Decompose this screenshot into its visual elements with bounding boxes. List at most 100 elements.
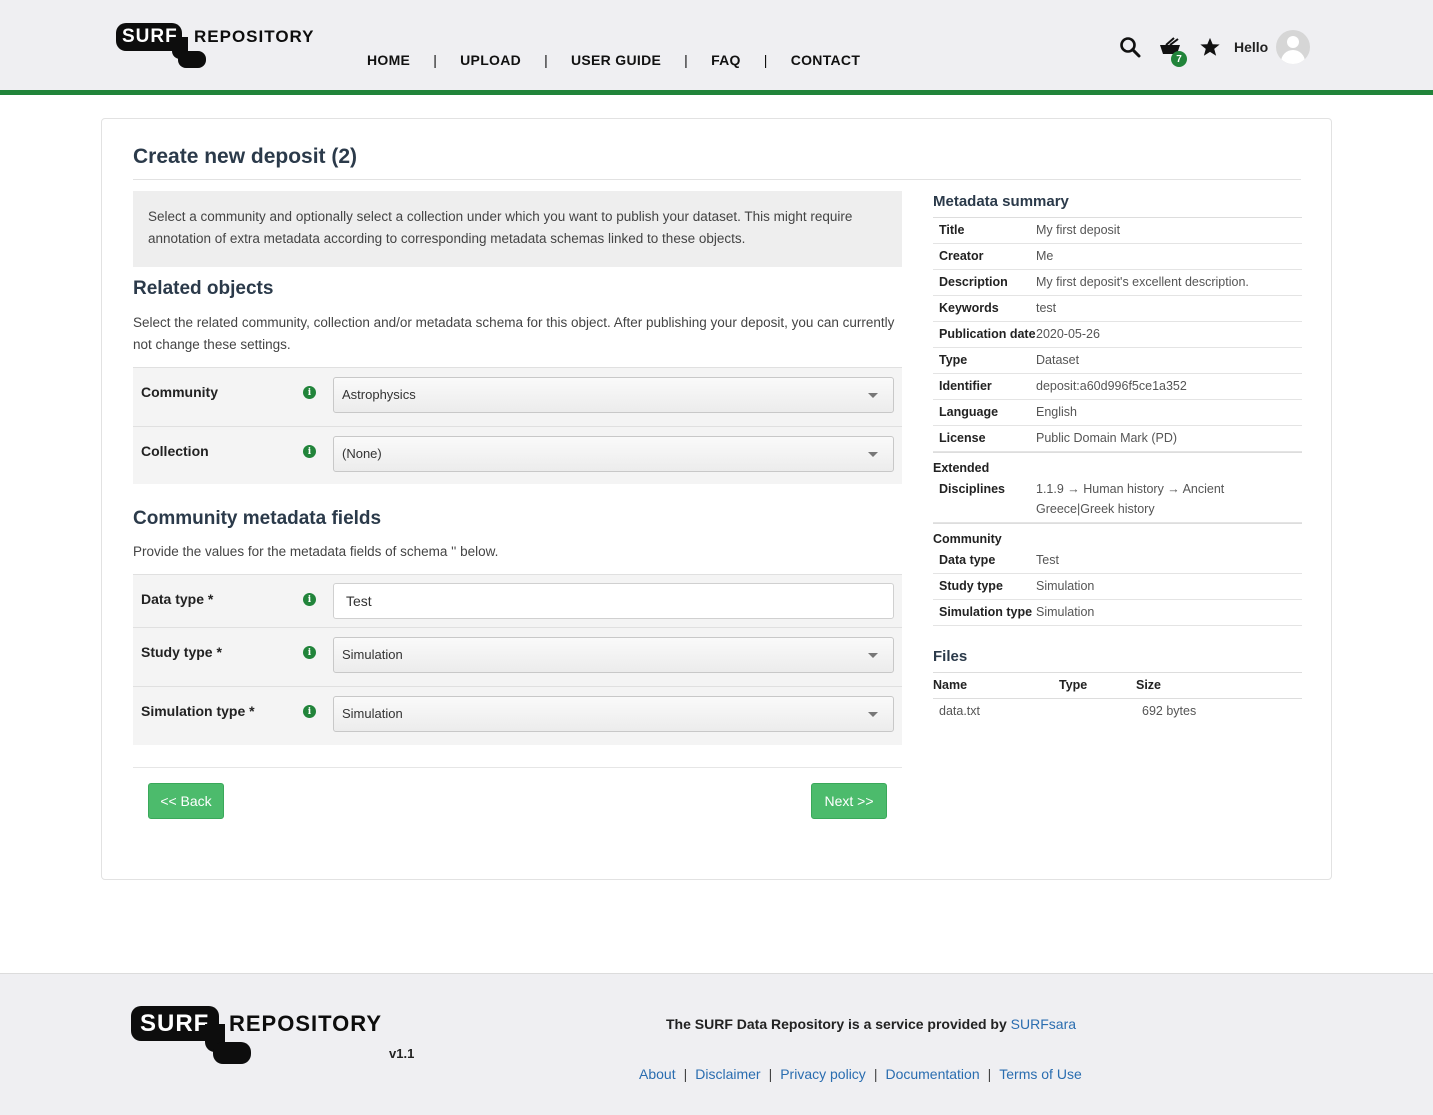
- footer-link-about[interactable]: About: [639, 1066, 676, 1082]
- site-header: SURF REPOSITORY HOME | UPLOAD | USER GUI…: [0, 0, 1433, 95]
- info-icon[interactable]: i: [303, 705, 316, 718]
- surf-logo-mark: SURF: [116, 23, 206, 68]
- footer-link-disclaimer[interactable]: Disclaimer: [695, 1066, 760, 1082]
- page-title: Create new deposit (2): [133, 145, 358, 168]
- file-type: [1059, 701, 1136, 721]
- chevron-down-icon: [868, 393, 878, 398]
- logo-repository-text: REPOSITORY: [229, 1011, 383, 1036]
- chevron-down-icon: [868, 653, 878, 658]
- summary-section-community: Community: [933, 523, 1302, 548]
- metadata-summary: Metadata summary Title My first deposit C…: [933, 193, 1302, 724]
- study-type-select[interactable]: Simulation: [333, 637, 894, 673]
- summary-key: Study type: [939, 579, 1003, 593]
- summary-row: Study type Simulation: [933, 574, 1302, 600]
- files-col-name: Name: [933, 678, 968, 692]
- summary-row: Type Dataset: [933, 348, 1302, 374]
- file-size: 692 bytes: [1142, 704, 1197, 718]
- chevron-down-icon: [868, 452, 878, 457]
- summary-value: My first deposit: [1036, 223, 1121, 237]
- simulation-type-row: Simulation type * i Simulation: [133, 686, 902, 745]
- site-footer: SURF REPOSITORY v1.1 The SURF Data Repos…: [0, 973, 1433, 1115]
- summary-value: deposit:a60d996f5ce1a352: [1036, 379, 1187, 393]
- provider-link[interactable]: SURFsara: [1011, 1016, 1076, 1032]
- footer-link-documentation[interactable]: Documentation: [885, 1066, 979, 1082]
- summary-row: Disciplines 1.1.9 → Human history → Ancie…: [933, 477, 1302, 523]
- related-objects-text: Select the related community, collection…: [133, 315, 895, 352]
- files-title: Files: [933, 648, 1302, 673]
- provided-by-label: The SURF Data Repository is a service pr…: [666, 1016, 1007, 1032]
- summary-key: Simulation type: [939, 605, 1033, 619]
- files-col-type: Type: [1059, 678, 1088, 692]
- title-divider: [133, 179, 1301, 180]
- logo-foot: [178, 51, 206, 68]
- summary-row: Data type Test: [933, 548, 1302, 574]
- footer-link-terms[interactable]: Terms of Use: [999, 1066, 1081, 1082]
- footer-link-privacy[interactable]: Privacy policy: [780, 1066, 866, 1082]
- summary-value: Public Domain Mark (PD): [1036, 431, 1178, 445]
- star-icon[interactable]: [1198, 35, 1222, 59]
- info-icon[interactable]: i: [303, 593, 316, 606]
- chevron-down-icon: [868, 712, 878, 717]
- footer-separator: |: [987, 1066, 992, 1082]
- summary-key: License: [939, 431, 986, 445]
- user-avatar-icon[interactable]: [1276, 30, 1311, 64]
- summary-value: Dataset: [1036, 353, 1080, 367]
- summary-row: Identifier deposit:a60d996f5ce1a352: [933, 374, 1302, 400]
- footer-logo: SURF REPOSITORY: [131, 1006, 383, 1064]
- study-type-selected-value: Simulation: [342, 647, 403, 662]
- summary-row: Creator Me: [933, 244, 1302, 270]
- nav-user-guide[interactable]: USER GUIDE: [571, 52, 661, 68]
- search-icon[interactable]: [1118, 35, 1142, 59]
- nav-upload[interactable]: UPLOAD: [460, 52, 521, 68]
- intro-notice: Select a community and optionally select…: [133, 191, 902, 267]
- footer-links: About | Disclaimer | Privacy policy | Do…: [639, 1066, 1082, 1082]
- version-label: v1.1: [389, 1046, 415, 1061]
- study-type-label: Study type *: [141, 644, 222, 660]
- files-header: Name Type Size: [933, 673, 1302, 699]
- nav-separator: |: [763, 52, 768, 68]
- logo-surf-text: SURF: [140, 1010, 210, 1037]
- study-type-row: Study type * i Simulation: [133, 627, 902, 686]
- data-type-input[interactable]: Test: [333, 583, 894, 619]
- summary-section-extended: Extended: [933, 452, 1302, 477]
- simulation-type-label: Simulation type *: [141, 703, 255, 719]
- info-icon[interactable]: i: [303, 386, 316, 399]
- collection-select[interactable]: (None): [333, 436, 894, 472]
- nav-home[interactable]: HOME: [367, 52, 410, 68]
- summary-value: 2020-05-26: [1036, 327, 1100, 341]
- community-select[interactable]: Astrophysics: [333, 377, 894, 413]
- info-icon[interactable]: i: [303, 445, 316, 458]
- summary-key: Creator: [939, 249, 984, 263]
- summary-value: 1.1.9 → Human history → Ancient Greece|G…: [1036, 482, 1225, 516]
- related-objects-heading: Related objects: [133, 278, 274, 299]
- summary-row: Description My first deposit's excellent …: [933, 270, 1302, 296]
- file-row: data.txt 692 bytes: [933, 699, 1302, 724]
- summary-value: Simulation: [1036, 605, 1095, 619]
- summary-key: Title: [939, 223, 965, 237]
- nav-contact[interactable]: CONTACT: [791, 52, 861, 68]
- nav-faq[interactable]: FAQ: [711, 52, 741, 68]
- next-button[interactable]: Next >>: [811, 783, 887, 819]
- collection-row: Collection i (None): [133, 426, 902, 484]
- summary-row: License Public Domain Mark (PD): [933, 426, 1302, 452]
- surf-logo-mark: SURF: [131, 1006, 251, 1064]
- cart-icon[interactable]: 7: [1158, 35, 1187, 67]
- footer-separator: |: [683, 1066, 688, 1082]
- summary-key: Disciplines: [939, 482, 1005, 496]
- community-metadata-text: Provide the values for the metadata fiel…: [133, 544, 499, 559]
- data-type-label: Data type *: [141, 591, 214, 607]
- collection-selected-value: (None): [342, 446, 382, 461]
- info-icon[interactable]: i: [303, 646, 316, 659]
- surf-repository-logo[interactable]: SURF REPOSITORY: [116, 23, 315, 68]
- nav-separator: |: [544, 52, 548, 68]
- simulation-type-select[interactable]: Simulation: [333, 696, 894, 732]
- summary-value: test: [1036, 301, 1057, 315]
- header-actions: 7 Hello: [1118, 30, 1311, 67]
- greeting-text: Hello: [1234, 39, 1269, 55]
- summary-key: Data type: [939, 553, 996, 567]
- nav-separator: |: [684, 52, 689, 68]
- back-button[interactable]: << Back: [148, 783, 224, 819]
- file-name: data.txt: [939, 704, 980, 718]
- summary-value: My first deposit's excellent description…: [1036, 275, 1249, 289]
- avatar-head-shape: [1287, 36, 1300, 48]
